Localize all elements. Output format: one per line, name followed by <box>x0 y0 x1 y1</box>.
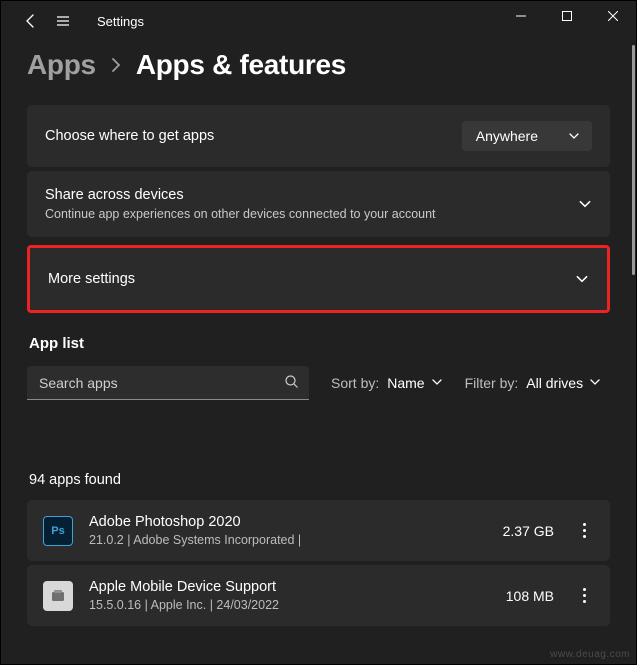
menu-button[interactable] <box>47 5 79 37</box>
app-row[interactable]: Apple Mobile Device Support 15.5.0.16 | … <box>27 565 610 626</box>
share-devices-title: Share across devices <box>45 187 436 203</box>
watermark: www.deuag.com <box>550 649 630 660</box>
app-size: 2.37 GB <box>503 523 554 539</box>
filter-by-value: All drives <box>526 375 583 391</box>
close-button[interactable] <box>590 1 636 31</box>
app-row[interactable]: Ps Adobe Photoshop 2020 21.0.2 | Adobe S… <box>27 500 610 561</box>
chevron-down-icon <box>578 197 592 211</box>
sort-by-control[interactable]: Sort by: Name <box>331 375 443 391</box>
app-name: Adobe Photoshop 2020 <box>89 514 503 530</box>
app-meta: 15.5.0.16 | Apple Inc. | 24/03/2022 <box>89 598 506 612</box>
breadcrumb: Apps Apps & features <box>27 49 610 81</box>
search-icon <box>284 374 299 392</box>
more-settings-title: More settings <box>48 271 135 287</box>
get-apps-select-value: Anywhere <box>476 128 538 144</box>
app-count: 94 apps found <box>29 472 610 488</box>
window-title: Settings <box>97 14 144 29</box>
app-name: Apple Mobile Device Support <box>89 579 506 595</box>
breadcrumb-parent[interactable]: Apps <box>27 49 96 81</box>
photoshop-icon: Ps <box>43 516 73 546</box>
search-apps-box[interactable] <box>27 366 309 400</box>
more-settings-card[interactable]: More settings <box>27 245 610 313</box>
get-apps-title: Choose where to get apps <box>45 128 214 144</box>
app-size: 108 MB <box>506 588 554 604</box>
back-button[interactable] <box>15 5 47 37</box>
filter-by-control[interactable]: Filter by: All drives <box>465 375 601 391</box>
chevron-down-icon <box>568 130 580 142</box>
get-apps-card[interactable]: Choose where to get apps Anywhere <box>27 105 610 167</box>
search-apps-input[interactable] <box>39 375 284 391</box>
app-list-heading: App list <box>29 335 610 352</box>
sort-by-value: Name <box>387 375 424 391</box>
filter-by-label: Filter by: <box>465 375 519 391</box>
chevron-down-icon <box>575 272 589 286</box>
apple-icon <box>43 581 73 611</box>
chevron-down-icon <box>431 375 443 391</box>
sort-by-label: Sort by: <box>331 375 379 391</box>
maximize-button[interactable] <box>544 1 590 31</box>
scrollbar-thumb[interactable] <box>632 45 635 275</box>
chevron-down-icon <box>589 375 601 391</box>
chevron-right-icon <box>110 58 122 72</box>
share-devices-subtitle: Continue app experiences on other device… <box>45 207 436 221</box>
get-apps-select[interactable]: Anywhere <box>462 121 592 151</box>
app-meta: 21.0.2 | Adobe Systems Incorporated | <box>89 533 503 547</box>
minimize-button[interactable] <box>498 1 544 31</box>
page-title: Apps & features <box>136 49 346 81</box>
app-more-button[interactable] <box>572 588 596 603</box>
app-more-button[interactable] <box>572 523 596 538</box>
share-devices-card[interactable]: Share across devices Continue app experi… <box>27 171 610 237</box>
